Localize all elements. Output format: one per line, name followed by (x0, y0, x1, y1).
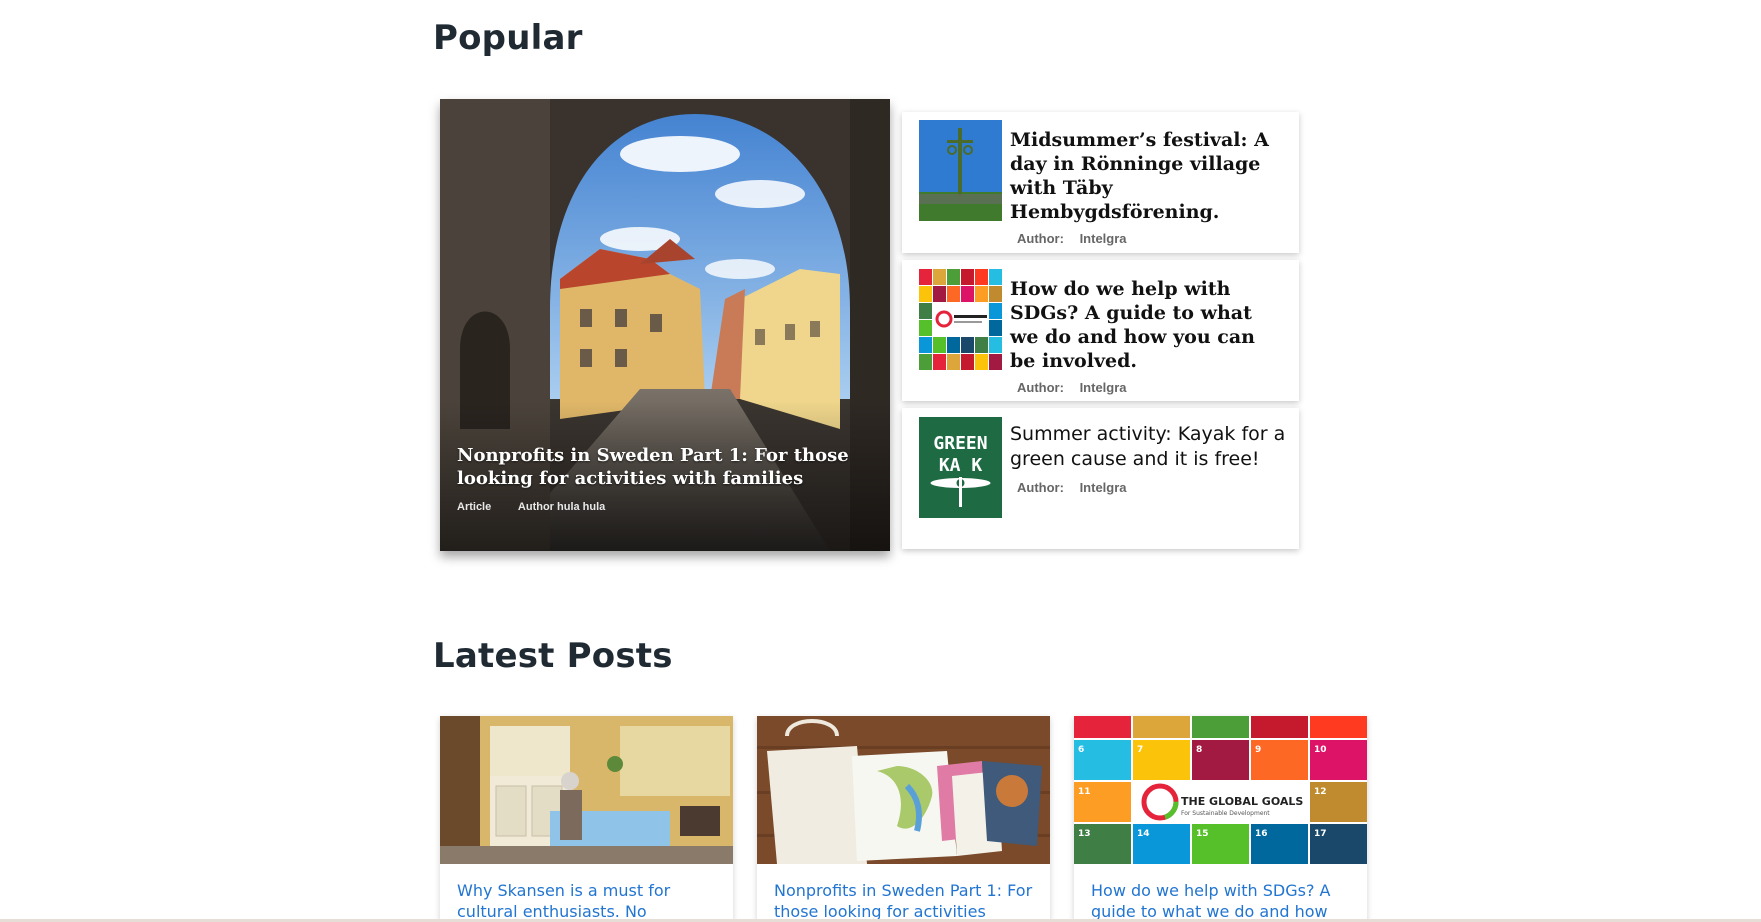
latest-post-card[interactable]: Nonprofits in Sweden Part 1: For those l… (757, 716, 1050, 922)
svg-text:GREEN: GREEN (933, 433, 987, 454)
popular-list-item[interactable]: Midsummer’s festival: A day in Rönninge … (902, 112, 1299, 253)
sdg-tile-number: 17 (1314, 829, 1327, 839)
popular-heading: Popular (433, 18, 583, 58)
latest-posts-heading: Latest Posts (433, 636, 673, 676)
sdg-tile-number: 11 (1078, 787, 1091, 797)
popular-item-title[interactable]: Midsummer’s festival: A day in Rönninge … (1010, 128, 1280, 224)
popular-item-meta: Author: Intelgra (1017, 480, 1127, 495)
sdg-post-image: 6 7 8 9 10 11 12 13 14 15 16 17 THE GLOB… (1074, 716, 1367, 864)
author-label: Author: (1017, 231, 1064, 246)
sdg-thumbnail (919, 269, 1002, 370)
sdg-tile-number: 9 (1255, 745, 1261, 755)
featured-post-card[interactable]: Nonprofits in Sweden Part 1: For those l… (440, 99, 890, 551)
author-name: Intelgra (1079, 480, 1127, 495)
popular-list-item[interactable]: GREEN KA K Summer activity: Kayak for a … (902, 408, 1299, 549)
popular-item-meta: Author: Intelgra (1017, 380, 1127, 395)
popular-item-meta: Author: Intelgra (1017, 231, 1127, 246)
author-name: Intelgra (1079, 380, 1127, 395)
sdg-tile-number: 13 (1078, 829, 1091, 839)
sdg-tile-number: 6 (1078, 745, 1084, 755)
featured-post-title[interactable]: Nonprofits in Sweden Part 1: For those l… (457, 444, 877, 490)
popular-item-title[interactable]: Summer activity: Kayak for a green cause… (1010, 422, 1290, 472)
sdg-tile-number: 7 (1137, 745, 1143, 755)
popular-item-title[interactable]: How do we help with SDGs? A guide to wha… (1010, 277, 1280, 373)
sdg-banner-title: THE GLOBAL GOALS (1181, 795, 1303, 808)
featured-post-author: Author hula hula (517, 501, 606, 513)
sdg-tile-number: 8 (1196, 745, 1202, 755)
author-label: Author: (1017, 380, 1064, 395)
sdg-tile-number: 14 (1137, 829, 1150, 839)
sdg-tile-number: 10 (1314, 745, 1327, 755)
midsummer-thumbnail (919, 120, 1002, 221)
skansen-post-image (440, 716, 733, 864)
green-kayak-logo: GREEN KA K (919, 417, 1002, 518)
author-label: Author: (1017, 480, 1064, 495)
sdg-banner-subtitle: For Sustainable Development (1181, 810, 1270, 817)
nonprofits-post-image (757, 716, 1050, 864)
featured-post-type: Article (457, 501, 492, 513)
sdg-tile-number: 16 (1255, 829, 1268, 839)
popular-list-item[interactable]: How do we help with SDGs? A guide to wha… (902, 260, 1299, 401)
latest-post-card[interactable]: Why Skansen is a must for cultural enthu… (440, 716, 733, 922)
latest-post-title[interactable]: Why Skansen is a must for cultural enthu… (457, 880, 722, 922)
latest-post-card[interactable]: 6 7 8 9 10 11 12 13 14 15 16 17 THE GLOB… (1074, 716, 1367, 922)
sdg-tile-number: 15 (1196, 829, 1209, 839)
svg-text:KA K: KA K (939, 455, 983, 476)
featured-post-meta: Article Author hula hula (457, 501, 629, 513)
author-name: Intelgra (1079, 231, 1127, 246)
sdg-tile-number: 12 (1314, 787, 1327, 797)
latest-post-title[interactable]: How do we help with SDGs? A guide to wha… (1091, 880, 1356, 922)
latest-post-title[interactable]: Nonprofits in Sweden Part 1: For those l… (774, 880, 1039, 922)
